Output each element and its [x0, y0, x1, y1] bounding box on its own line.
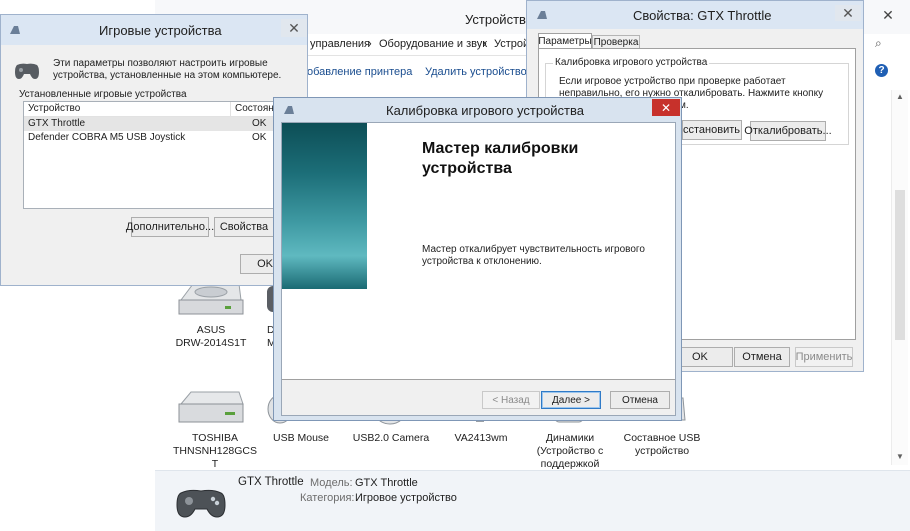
- advanced-button[interactable]: Дополнительно...: [126, 217, 214, 237]
- search-icon[interactable]: ⌕: [875, 36, 889, 50]
- device-label: VA2413wm: [454, 432, 508, 444]
- wizard-content-area: Мастер калибровки устройства Мастер отка…: [282, 123, 675, 380]
- gamepad-icon: [176, 489, 226, 518]
- properties-cancel-button[interactable]: Отмена: [734, 347, 790, 367]
- row-status: OK: [252, 132, 267, 143]
- gamepad-icon: [15, 63, 39, 79]
- column-header-device[interactable]: Устройство: [28, 103, 80, 114]
- game-controllers-titlebar: Игровые устройства ✕: [1, 15, 307, 45]
- scroll-down-icon[interactable]: ▼: [896, 452, 904, 461]
- details-pane: GTX Throttle Модель: GTX Throttle Катего…: [155, 470, 910, 531]
- row-device-name: Defender COBRA M5 USB Joystick: [28, 132, 186, 143]
- device-label: USB Mouse: [272, 432, 330, 444]
- properties-button[interactable]: Свойства: [214, 217, 274, 237]
- scroll-thumb[interactable]: [895, 190, 905, 340]
- device-label: ASUS DRW-2014S1T: [175, 324, 247, 349]
- wizard-description: Мастер откалибрует чувствительность игро…: [422, 244, 645, 267]
- wizard-side-banner: [282, 123, 367, 289]
- device-label: Динамики (Устройство с поддержкой: [536, 432, 604, 470]
- calibrate-button[interactable]: Откалибровать...: [744, 121, 832, 141]
- device-label: TOSHIBA THNSNH128GCS T: [172, 432, 258, 470]
- table-row[interactable]: GTX Throttle OK: [24, 117, 300, 131]
- device-label: Составное USB устройство: [623, 432, 701, 457]
- device-label: USB2.0 Camera: [352, 432, 430, 444]
- joystick-icon: [537, 11, 547, 19]
- close-icon[interactable]: ✕: [281, 19, 307, 37]
- game-controllers-title: Игровые устройства: [99, 22, 222, 38]
- details-device-name: GTX Throttle: [238, 476, 304, 488]
- device-toshiba-drive[interactable]: TOSHIBA THNSNH128GCS T: [170, 388, 257, 470]
- drive-icon: [178, 391, 244, 423]
- next-button[interactable]: Далее >: [541, 391, 601, 409]
- details-category-value: Игровое устройство: [355, 492, 457, 504]
- apply-button[interactable]: Применить: [795, 347, 853, 367]
- tab-parameters[interactable]: Параметры: [538, 33, 592, 49]
- properties-titlebar: Свойства: GTX Throttle ✕: [527, 1, 863, 29]
- installed-devices-label: Установленные игровые устройства: [19, 89, 187, 100]
- calibration-wizard: Калибровка игрового устройства ✕ Мастер …: [273, 97, 682, 421]
- devices-listview[interactable]: Устройство Состояние GTX Throttle OK Def…: [23, 101, 301, 209]
- row-status: OK: [252, 118, 267, 129]
- help-icon[interactable]: ?: [875, 64, 888, 77]
- close-icon[interactable]: ✕: [835, 5, 861, 21]
- device-asus-drive[interactable]: ASUS DRW-2014S1T: [175, 278, 255, 350]
- calibration-group-label: Калибровка игрового устройства: [553, 57, 710, 68]
- joystick-icon: [10, 26, 20, 34]
- wizard-heading: Мастер калибровки устройства: [422, 140, 579, 177]
- wizard-title: Калибровка игрового устройства: [386, 102, 585, 118]
- wizard-body: Мастер калибровки устройства Мастер отка…: [281, 122, 676, 416]
- breadcrumb-separator-icon: ›: [368, 38, 372, 50]
- add-printer-command[interactable]: обавление принтера: [307, 66, 412, 78]
- breadcrumb-item-1[interactable]: управления: [310, 38, 370, 50]
- game-controllers-description: Эти параметры позволяют настроить игровы…: [53, 58, 282, 81]
- tab-test[interactable]: Проверка: [592, 35, 640, 49]
- breadcrumb-separator-icon: ›: [483, 38, 487, 50]
- wizard-titlebar: Калибровка игрового устройства ✕: [274, 98, 681, 122]
- details-model-label: Модель:: [310, 477, 353, 489]
- details-model-value: GTX Throttle: [355, 477, 418, 489]
- restore-button[interactable]: сстановить: [682, 120, 742, 140]
- devices-window-title: Устройства: [465, 12, 534, 27]
- remove-device-command[interactable]: Удалить устройство: [425, 66, 527, 78]
- list-header: Устройство Состояние: [24, 102, 300, 117]
- breadcrumb-item-2[interactable]: Оборудование и звук: [379, 38, 487, 50]
- game-controllers-dialog: Игровые устройства ✕ Эти параметры позво…: [0, 14, 308, 286]
- joystick-icon: [284, 106, 294, 114]
- devices-minimize-button[interactable]: ✕: [873, 6, 903, 24]
- table-row[interactable]: Defender COBRA M5 USB Joystick OK: [24, 131, 300, 145]
- scroll-up-icon[interactable]: ▲: [896, 92, 904, 101]
- back-button[interactable]: < Назад: [482, 391, 540, 409]
- wizard-close-button[interactable]: ✕: [652, 99, 680, 116]
- details-category-label: Категория:: [300, 492, 355, 504]
- wizard-cancel-button[interactable]: Отмена: [610, 391, 670, 409]
- column-divider[interactable]: [230, 102, 231, 117]
- devices-scrollbar[interactable]: ▲ ▼: [891, 90, 908, 465]
- properties-title: Свойства: GTX Throttle: [633, 7, 772, 23]
- row-device-name: GTX Throttle: [28, 118, 86, 129]
